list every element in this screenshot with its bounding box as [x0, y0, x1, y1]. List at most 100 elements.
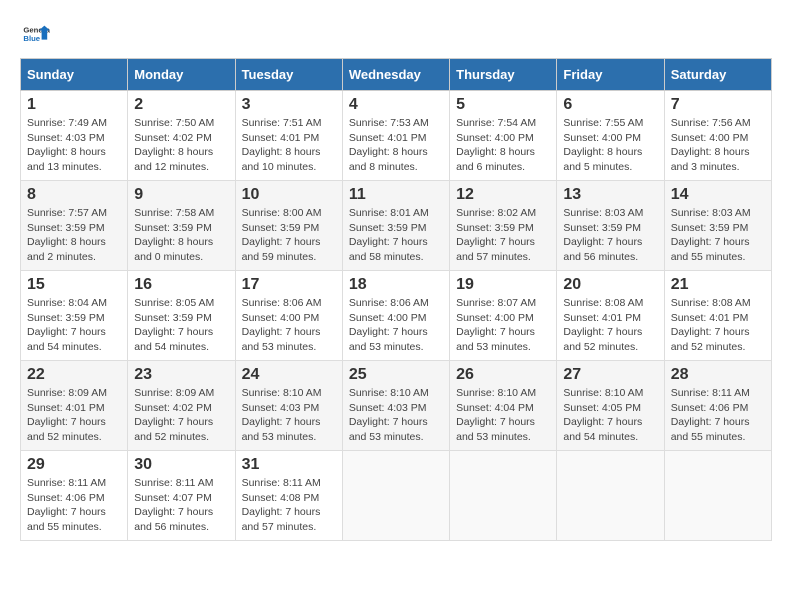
day-number: 14 — [671, 186, 765, 204]
day-info: Sunrise: 8:02 AM Sunset: 3:59 PM Dayligh… — [456, 206, 550, 265]
day-info: Sunrise: 7:56 AM Sunset: 4:00 PM Dayligh… — [671, 116, 765, 175]
day-info: Sunrise: 8:11 AM Sunset: 4:06 PM Dayligh… — [671, 386, 765, 445]
header-day-monday: Monday — [128, 59, 235, 91]
day-number: 7 — [671, 96, 765, 114]
day-cell-24: 24 Sunrise: 8:10 AM Sunset: 4:03 PM Dayli… — [235, 361, 342, 451]
header: General Blue — [20, 20, 772, 48]
calendar-table: SundayMondayTuesdayWednesdayThursdayFrid… — [20, 58, 772, 541]
day-info: Sunrise: 8:01 AM Sunset: 3:59 PM Dayligh… — [349, 206, 443, 265]
day-info: Sunrise: 7:51 AM Sunset: 4:01 PM Dayligh… — [242, 116, 336, 175]
day-info: Sunrise: 7:58 AM Sunset: 3:59 PM Dayligh… — [134, 206, 228, 265]
day-cell-26: 26 Sunrise: 8:10 AM Sunset: 4:04 PM Dayli… — [450, 361, 557, 451]
day-cell-12: 12 Sunrise: 8:02 AM Sunset: 3:59 PM Dayli… — [450, 181, 557, 271]
day-number: 19 — [456, 276, 550, 294]
day-number: 3 — [242, 96, 336, 114]
day-info: Sunrise: 8:04 AM Sunset: 3:59 PM Dayligh… — [27, 296, 121, 355]
day-number: 10 — [242, 186, 336, 204]
day-info: Sunrise: 8:08 AM Sunset: 4:01 PM Dayligh… — [563, 296, 657, 355]
day-cell-22: 22 Sunrise: 8:09 AM Sunset: 4:01 PM Dayli… — [21, 361, 128, 451]
day-number: 1 — [27, 96, 121, 114]
day-info: Sunrise: 8:05 AM Sunset: 3:59 PM Dayligh… — [134, 296, 228, 355]
day-info: Sunrise: 8:08 AM Sunset: 4:01 PM Dayligh… — [671, 296, 765, 355]
header-day-thursday: Thursday — [450, 59, 557, 91]
day-number: 12 — [456, 186, 550, 204]
week-row-1: 1 Sunrise: 7:49 AM Sunset: 4:03 PM Daylig… — [21, 91, 772, 181]
day-number: 2 — [134, 96, 228, 114]
day-info: Sunrise: 8:09 AM Sunset: 4:01 PM Dayligh… — [27, 386, 121, 445]
day-cell-13: 13 Sunrise: 8:03 AM Sunset: 3:59 PM Dayli… — [557, 181, 664, 271]
day-cell-25: 25 Sunrise: 8:10 AM Sunset: 4:03 PM Dayli… — [342, 361, 449, 451]
day-cell-15: 15 Sunrise: 8:04 AM Sunset: 3:59 PM Dayli… — [21, 271, 128, 361]
day-cell-23: 23 Sunrise: 8:09 AM Sunset: 4:02 PM Dayli… — [128, 361, 235, 451]
empty-cell — [450, 451, 557, 541]
day-cell-19: 19Sunrise: 8:07 AM Sunset: 4:00 PM Dayli… — [450, 271, 557, 361]
day-cell-10: 10 Sunrise: 8:00 AM Sunset: 3:59 PM Dayli… — [235, 181, 342, 271]
day-number: 23 — [134, 366, 228, 384]
day-number: 21 — [671, 276, 765, 294]
day-info: Sunrise: 8:11 AM Sunset: 4:08 PM Dayligh… — [242, 476, 336, 535]
day-number: 9 — [134, 186, 228, 204]
week-row-3: 15 Sunrise: 8:04 AM Sunset: 3:59 PM Dayli… — [21, 271, 772, 361]
day-cell-31: 31Sunrise: 8:11 AM Sunset: 4:08 PM Dayli… — [235, 451, 342, 541]
day-info: Sunrise: 8:03 AM Sunset: 3:59 PM Dayligh… — [671, 206, 765, 265]
day-number: 29 — [27, 456, 121, 474]
week-row-2: 8 Sunrise: 7:57 AM Sunset: 3:59 PM Daylig… — [21, 181, 772, 271]
days-header-row: SundayMondayTuesdayWednesdayThursdayFrid… — [21, 59, 772, 91]
day-number: 20 — [563, 276, 657, 294]
day-number: 30 — [134, 456, 228, 474]
empty-cell — [342, 451, 449, 541]
day-info: Sunrise: 7:57 AM Sunset: 3:59 PM Dayligh… — [27, 206, 121, 265]
day-info: Sunrise: 8:09 AM Sunset: 4:02 PM Dayligh… — [134, 386, 228, 445]
day-info: Sunrise: 7:53 AM Sunset: 4:01 PM Dayligh… — [349, 116, 443, 175]
empty-cell — [557, 451, 664, 541]
day-cell-29: 29 Sunrise: 8:11 AM Sunset: 4:06 PM Dayli… — [21, 451, 128, 541]
day-number: 4 — [349, 96, 443, 114]
day-cell-17: 17 Sunrise: 8:06 AM Sunset: 4:00 PM Dayli… — [235, 271, 342, 361]
day-number: 18 — [349, 276, 443, 294]
week-row-4: 22 Sunrise: 8:09 AM Sunset: 4:01 PM Dayli… — [21, 361, 772, 451]
day-info: Sunrise: 8:06 AM Sunset: 4:00 PM Dayligh… — [242, 296, 336, 355]
day-cell-20: 20 Sunrise: 8:08 AM Sunset: 4:01 PM Dayli… — [557, 271, 664, 361]
day-number: 16 — [134, 276, 228, 294]
logo: General Blue — [20, 20, 50, 48]
day-cell-18: 18 Sunrise: 8:06 AM Sunset: 4:00 PM Dayli… — [342, 271, 449, 361]
day-number: 15 — [27, 276, 121, 294]
day-info: Sunrise: 7:54 AM Sunset: 4:00 PM Dayligh… — [456, 116, 550, 175]
day-number: 25 — [349, 366, 443, 384]
svg-text:Blue: Blue — [23, 34, 40, 43]
day-info: Sunrise: 8:00 AM Sunset: 3:59 PM Dayligh… — [242, 206, 336, 265]
day-cell-27: 27Sunrise: 8:10 AM Sunset: 4:05 PM Dayli… — [557, 361, 664, 451]
day-number: 11 — [349, 186, 443, 204]
day-info: Sunrise: 7:49 AM Sunset: 4:03 PM Dayligh… — [27, 116, 121, 175]
day-number: 26 — [456, 366, 550, 384]
day-cell-7: 7 Sunrise: 7:56 AM Sunset: 4:00 PM Daylig… — [664, 91, 771, 181]
day-cell-16: 16 Sunrise: 8:05 AM Sunset: 3:59 PM Dayli… — [128, 271, 235, 361]
day-info: Sunrise: 7:50 AM Sunset: 4:02 PM Dayligh… — [134, 116, 228, 175]
day-cell-9: 9 Sunrise: 7:58 AM Sunset: 3:59 PM Daylig… — [128, 181, 235, 271]
day-number: 13 — [563, 186, 657, 204]
day-cell-4: 4 Sunrise: 7:53 AM Sunset: 4:01 PM Daylig… — [342, 91, 449, 181]
day-number: 28 — [671, 366, 765, 384]
day-cell-6: 6 Sunrise: 7:55 AM Sunset: 4:00 PM Daylig… — [557, 91, 664, 181]
day-info: Sunrise: 8:10 AM Sunset: 4:03 PM Dayligh… — [349, 386, 443, 445]
day-cell-30: 30Sunrise: 8:11 AM Sunset: 4:07 PM Dayli… — [128, 451, 235, 541]
day-cell-11: 11 Sunrise: 8:01 AM Sunset: 3:59 PM Dayli… — [342, 181, 449, 271]
day-number: 8 — [27, 186, 121, 204]
day-number: 24 — [242, 366, 336, 384]
day-number: 22 — [27, 366, 121, 384]
day-info: Sunrise: 8:11 AM Sunset: 4:06 PM Dayligh… — [27, 476, 121, 535]
day-info: Sunrise: 8:06 AM Sunset: 4:00 PM Dayligh… — [349, 296, 443, 355]
day-number: 27 — [563, 366, 657, 384]
day-number: 6 — [563, 96, 657, 114]
day-info: Sunrise: 8:03 AM Sunset: 3:59 PM Dayligh… — [563, 206, 657, 265]
day-info: Sunrise: 8:10 AM Sunset: 4:04 PM Dayligh… — [456, 386, 550, 445]
day-cell-1: 1 Sunrise: 7:49 AM Sunset: 4:03 PM Daylig… — [21, 91, 128, 181]
logo-icon: General Blue — [22, 20, 50, 48]
day-info: Sunrise: 7:55 AM Sunset: 4:00 PM Dayligh… — [563, 116, 657, 175]
day-info: Sunrise: 8:10 AM Sunset: 4:03 PM Dayligh… — [242, 386, 336, 445]
day-cell-8: 8 Sunrise: 7:57 AM Sunset: 3:59 PM Daylig… — [21, 181, 128, 271]
header-day-tuesday: Tuesday — [235, 59, 342, 91]
day-cell-14: 14 Sunrise: 8:03 AM Sunset: 3:59 PM Dayli… — [664, 181, 771, 271]
day-number: 17 — [242, 276, 336, 294]
week-row-5: 29 Sunrise: 8:11 AM Sunset: 4:06 PM Dayli… — [21, 451, 772, 541]
